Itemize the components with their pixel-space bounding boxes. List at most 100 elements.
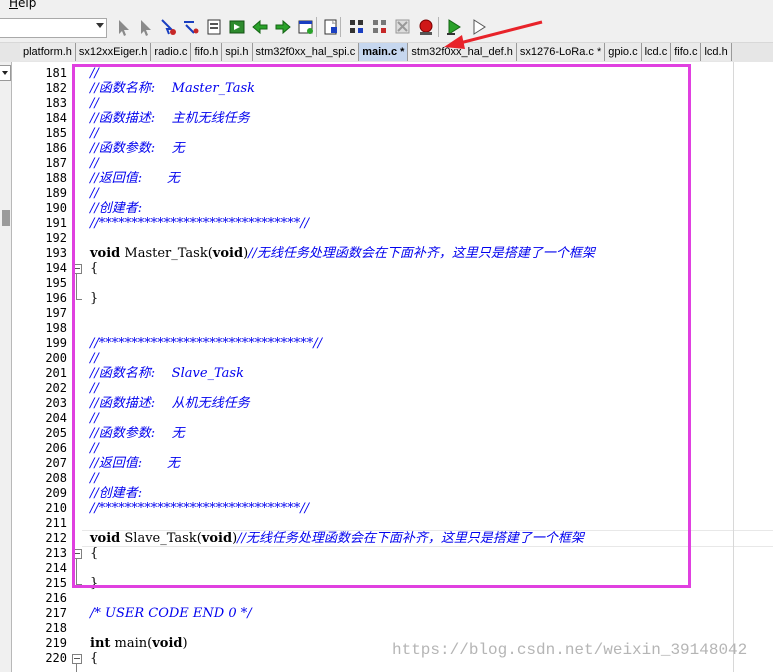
- code-line[interactable]: //: [90, 471, 99, 486]
- code-line[interactable]: //: [90, 381, 99, 396]
- tab-spi-h[interactable]: spi.h: [222, 43, 253, 61]
- find-combo-box[interactable]: [0, 18, 107, 38]
- code-comment: //: [90, 126, 99, 141]
- code-line[interactable]: //函数描述: 主机无线任务: [90, 111, 250, 126]
- line-number: 181: [45, 66, 67, 80]
- code-keyword: void: [90, 246, 121, 261]
- code-comment: //: [90, 411, 99, 426]
- code-line[interactable]: {: [90, 651, 98, 666]
- panel-dropdown[interactable]: [0, 65, 11, 81]
- code-comment: //无线任务处理函数会在下面补齐，这里只是搭建了一个框架: [237, 531, 584, 546]
- code-area[interactable]: ////函数名称: Master_Task////函数描述: 主机无线任务///…: [90, 62, 773, 672]
- code-text: }: [90, 291, 99, 306]
- code-text: Slave_Task(: [120, 531, 202, 546]
- tab-fifo-h[interactable]: fifo.h: [191, 43, 223, 61]
- code-line[interactable]: //返回值: 无: [90, 171, 180, 186]
- code-line[interactable]: void Master_Task(void)//无线任务处理函数会在下面补齐，这…: [90, 246, 595, 261]
- code-line[interactable]: //: [90, 411, 99, 426]
- code-line[interactable]: int main(void): [90, 636, 188, 651]
- fold-end-marker: [76, 584, 82, 585]
- go-back-icon[interactable]: [249, 16, 271, 38]
- code-line[interactable]: //创建者:: [90, 486, 142, 501]
- browse-icon[interactable]: [346, 16, 368, 38]
- code-line[interactable]: //: [90, 66, 99, 81]
- fold-toggle-icon[interactable]: [72, 549, 82, 559]
- menu-help[interactable]: Help: [9, 0, 36, 10]
- code-line[interactable]: }: [90, 576, 98, 591]
- code-line[interactable]: //: [90, 156, 99, 171]
- code-line[interactable]: }: [90, 291, 98, 306]
- code-line[interactable]: //创建者:: [90, 201, 142, 216]
- code-line[interactable]: //: [90, 126, 99, 141]
- code-line[interactable]: //函数名称: Master_Task: [90, 81, 255, 96]
- tab-platform-h[interactable]: platform.h: [20, 43, 76, 61]
- chevron-down-icon[interactable]: [96, 23, 104, 28]
- line-number: 215: [45, 576, 67, 590]
- pointer-tool-icon[interactable]: [135, 16, 157, 38]
- code-line[interactable]: //: [90, 351, 99, 366]
- pointer-tool-icon[interactable]: [113, 16, 135, 38]
- code-line[interactable]: //函数参数: 无: [90, 141, 185, 156]
- tab-stm32f0xx-hal-spi-c[interactable]: stm32f0xx_hal_spi.c: [252, 43, 360, 61]
- tab-lcd-h[interactable]: lcd.h: [701, 43, 732, 61]
- tab-radio-c[interactable]: radio.c: [151, 43, 192, 61]
- stop-icon[interactable]: [415, 16, 437, 38]
- tab-gpio-c[interactable]: gpio.c: [605, 43, 642, 61]
- build-icon[interactable]: [226, 16, 248, 38]
- code-line[interactable]: //*******************************//: [90, 501, 309, 516]
- tab-lcd-c[interactable]: lcd.c: [641, 43, 672, 61]
- line-number: 193: [45, 246, 67, 260]
- code-comment: //函数描述: 从机无线任务: [90, 396, 250, 411]
- line-number: 212: [45, 531, 67, 545]
- line-number: 208: [45, 471, 67, 485]
- code-line[interactable]: //函数名称: Slave_Task: [90, 366, 244, 381]
- fold-toggle-icon[interactable]: [72, 654, 82, 664]
- code-comment: //函数描述: 主机无线任务: [90, 111, 250, 126]
- code-comment: //: [90, 351, 99, 366]
- code-line[interactable]: //*******************************//: [90, 216, 309, 231]
- line-number: 207: [45, 456, 67, 470]
- tab-main-c[interactable]: main.c *: [359, 43, 409, 61]
- code-line[interactable]: //: [90, 441, 99, 456]
- code-comment: //无线任务处理函数会在下面补齐，这里只是搭建了一个框架: [248, 246, 595, 261]
- tab-stm32f0xx-hal-def-h[interactable]: stm32f0xx_hal_def.h: [408, 43, 517, 61]
- line-number: 196: [45, 291, 67, 305]
- code-keyword: int: [90, 636, 111, 651]
- disable-icon[interactable]: [392, 16, 414, 38]
- code-comment: //: [90, 66, 99, 81]
- window-icon[interactable]: [295, 16, 317, 38]
- line-number: 185: [45, 126, 67, 140]
- replace-icon[interactable]: [180, 16, 202, 38]
- insert-breakpoint-icon[interactable]: [203, 16, 225, 38]
- code-line[interactable]: //返回值: 无: [90, 456, 180, 471]
- go-forward-icon[interactable]: [272, 16, 294, 38]
- code-editor[interactable]: 181 182 183 184 185 186 187 188 189 190 191 192 193 1…: [12, 62, 773, 672]
- tab-sx1276-lora-c[interactable]: sx1276-LoRa.c *: [516, 43, 606, 61]
- code-comment: //*******************************//: [90, 501, 310, 516]
- find-refs-icon[interactable]: [369, 16, 391, 38]
- code-line[interactable]: {: [90, 261, 98, 276]
- code-line[interactable]: void Slave_Task(void)//无线任务处理函数会在下面补齐，这里…: [90, 531, 584, 546]
- code-line[interactable]: /* USER CODE END 0 */: [90, 606, 252, 621]
- line-number-gutter: 181 182 183 184 185 186 187 188 189 190 191 192 193 1…: [12, 62, 68, 672]
- toggle-bookmark-icon[interactable]: [320, 16, 342, 38]
- start-debug-icon[interactable]: [443, 16, 465, 38]
- panel-scrollbar-thumb[interactable]: [2, 210, 10, 226]
- code-line[interactable]: {: [90, 546, 98, 561]
- code-line[interactable]: //: [90, 186, 99, 201]
- code-comment: //: [90, 381, 99, 396]
- toolbar-separator: [316, 17, 317, 37]
- step-icon[interactable]: [468, 16, 490, 38]
- tab-sx12xxeiger-h[interactable]: sx12xxEiger.h: [75, 43, 152, 61]
- code-line[interactable]: //*********************************//: [90, 336, 322, 351]
- code-line[interactable]: //函数描述: 从机无线任务: [90, 396, 250, 411]
- toolbar: [0, 12, 773, 43]
- chevron-down-icon: [2, 71, 8, 75]
- fold-toggle-icon[interactable]: [72, 264, 82, 274]
- find-in-files-icon[interactable]: [157, 16, 179, 38]
- tab-fifo-c[interactable]: fifo.c: [671, 43, 702, 61]
- fold-end-marker: [76, 299, 82, 300]
- line-number: 190: [45, 201, 67, 215]
- code-line[interactable]: //: [90, 96, 99, 111]
- code-line[interactable]: //函数参数: 无: [90, 426, 185, 441]
